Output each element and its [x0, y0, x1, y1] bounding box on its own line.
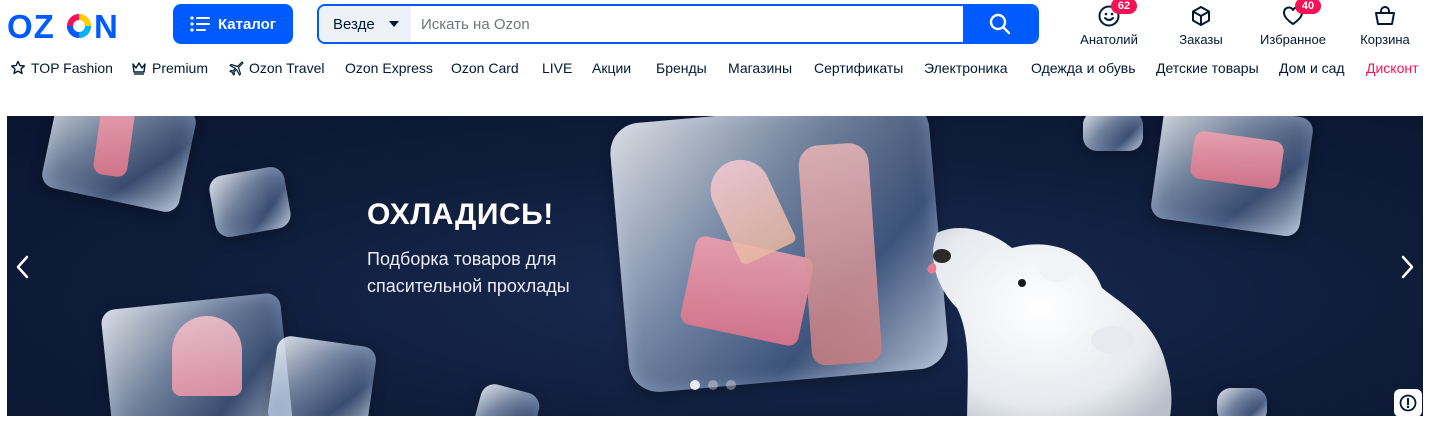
ice-cube-image — [1083, 116, 1143, 151]
nav-label: LIVE — [542, 60, 573, 76]
ice-cream-image — [172, 316, 242, 396]
nav-label: Дисконт — [1366, 60, 1419, 76]
ice-cube-image — [266, 334, 378, 416]
orders-label: Заказы — [1179, 32, 1223, 47]
menu-icon — [190, 16, 210, 32]
nav-kids[interactable]: Детские товары — [1156, 60, 1259, 76]
ice-cube-image — [471, 381, 543, 416]
header: OZ N Каталог Везде Искать на Ozon 62 Ана… — [0, 0, 1438, 52]
search-button[interactable] — [963, 6, 1037, 42]
favorites-label: Избранное — [1260, 32, 1326, 47]
box-icon — [1189, 4, 1213, 28]
nav-live[interactable]: LIVE — [542, 60, 572, 76]
nav-discount[interactable]: Дисконт — [1366, 60, 1419, 76]
profile-label: Анатолий — [1080, 32, 1138, 47]
nav-label: Детские товары — [1156, 60, 1259, 76]
nav-label: Ozon Card — [451, 60, 519, 76]
search-bar: Везде — [317, 4, 1039, 44]
svg-text:N: N — [94, 10, 118, 42]
nav-label: Акции — [592, 60, 632, 76]
nav-label: Ozon Express — [345, 60, 433, 76]
search-input[interactable] — [411, 6, 963, 42]
nav-label: Магазины — [728, 60, 793, 76]
banner-subtitle: Подборка товаров для спасительной прохла… — [367, 249, 570, 296]
nav-label: Сертификаты — [814, 60, 904, 76]
chevron-down-icon — [389, 21, 399, 27]
ice-cube-image — [207, 164, 293, 240]
plane-icon — [229, 61, 244, 76]
carousel-dot[interactable] — [690, 380, 700, 390]
search-icon — [989, 13, 1011, 35]
basket-icon — [1373, 4, 1397, 28]
crown-icon — [132, 62, 146, 75]
nav-certificates[interactable]: Сертификаты — [814, 60, 903, 76]
nav-promotions[interactable]: Акции — [592, 60, 631, 76]
nav-cart[interactable]: Корзина — [1356, 4, 1414, 48]
favorites-badge: 40 — [1295, 0, 1321, 14]
nav-premium[interactable]: Premium — [131, 60, 208, 76]
carousel-dot[interactable] — [708, 380, 718, 390]
ozon-logo[interactable]: OZ N — [7, 8, 137, 45]
catalog-button[interactable]: Каталог — [173, 4, 293, 44]
nav-top-fashion[interactable]: TOP Fashion — [10, 60, 113, 76]
chevron-left-icon[interactable] — [13, 254, 33, 280]
nav-label: Одежда и обувь — [1031, 60, 1136, 76]
star-icon — [11, 60, 25, 75]
nav-label: TOP Fashion — [31, 60, 113, 76]
category-nav: TOP Fashion Premium Ozon Travel Ozon Exp… — [0, 60, 1438, 80]
nav-stores[interactable]: Магазины — [728, 60, 792, 76]
info-button[interactable] — [1394, 389, 1422, 417]
promo-banner[interactable]: ОХЛАДИСЬ! Подборка товаров для спаситель… — [7, 116, 1423, 416]
search-scope-select[interactable]: Везде — [319, 6, 411, 42]
svg-text:OZ: OZ — [7, 10, 55, 42]
nav-electronics[interactable]: Электроника — [924, 60, 1008, 76]
nav-profile[interactable]: 62 Анатолий — [1077, 0, 1141, 48]
nav-label: Дом и сад — [1279, 60, 1345, 76]
catalog-label: Каталог — [217, 15, 277, 33]
nav-brands[interactable]: Бренды — [656, 60, 707, 76]
polar-bear-image — [927, 228, 1172, 416]
nav-label: Premium — [152, 60, 209, 76]
nav-ozon-express[interactable]: Ozon Express — [345, 60, 433, 76]
nav-clothing[interactable]: Одежда и обувь — [1031, 60, 1136, 76]
nav-ozon-card[interactable]: Ozon Card — [451, 60, 519, 76]
banner-title: ОХЛАДИСЬ! — [367, 198, 554, 231]
nav-orders[interactable]: Заказы — [1177, 4, 1225, 48]
profile-badge: 62 — [1111, 0, 1137, 14]
info-icon — [1399, 394, 1417, 412]
nav-ozon-travel[interactable]: Ozon Travel — [228, 60, 324, 76]
chevron-right-icon[interactable] — [1397, 254, 1417, 280]
smile-icon: 62 — [1097, 0, 1137, 28]
nav-home-garden[interactable]: Дом и сад — [1279, 60, 1345, 76]
carousel-dot[interactable] — [726, 380, 736, 390]
nav-label: Электроника — [924, 60, 1008, 76]
ozon-logo-icon: OZ N — [7, 8, 118, 45]
nav-favorites[interactable]: 40 Избранное — [1256, 0, 1330, 48]
nav-label: Ozon Travel — [249, 60, 325, 76]
nav-label: Бренды — [656, 60, 707, 76]
search-scope-value: Везде — [333, 15, 375, 33]
cart-label: Корзина — [1360, 32, 1410, 47]
heart-icon: 40 — [1281, 0, 1321, 28]
carousel-dots — [690, 380, 736, 390]
